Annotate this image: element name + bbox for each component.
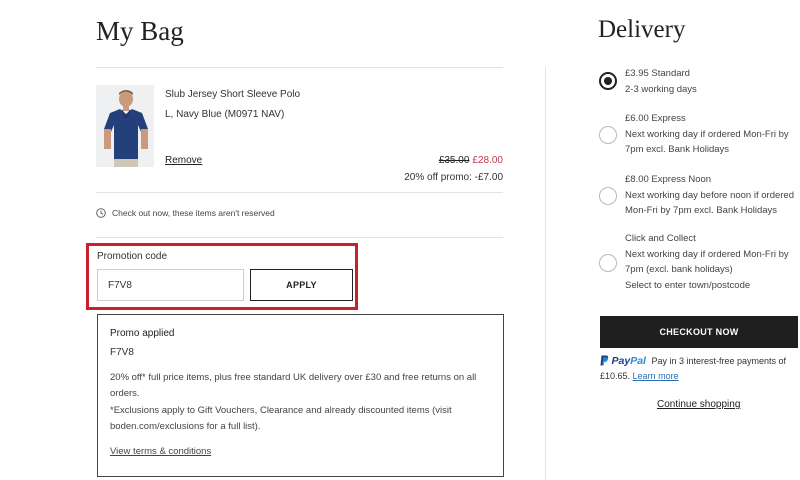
- delivery-option-title: £3.95 Standard: [625, 68, 690, 79]
- reserve-note: Check out now, these items aren't reserv…: [96, 208, 275, 218]
- delivery-option-express[interactable]: £6.00 Express Next working day if ordere…: [625, 111, 800, 158]
- delivery-option-detail: Next working day if ordered Mon-Fri by 7…: [625, 128, 789, 156]
- apply-button[interactable]: APPLY: [250, 269, 353, 301]
- clock-icon: [96, 208, 106, 218]
- divider: [96, 67, 503, 68]
- promo-description: 20% off* full price items, plus free sta…: [110, 372, 477, 399]
- divider: [96, 192, 503, 193]
- delivery-option-click-collect[interactable]: Click and Collect Next working day if or…: [625, 231, 800, 293]
- delivery-option-note: Select to enter town/postcode: [625, 279, 751, 291]
- promo-exclusions: *Exclusions apply to Gift Vouchers, Clea…: [110, 405, 452, 432]
- remove-link[interactable]: Remove: [165, 155, 202, 166]
- sale-price: £28.00: [472, 155, 503, 166]
- reserve-note-text: Check out now, these items aren't reserv…: [112, 208, 275, 218]
- price-row: £35.00 £28.00: [439, 155, 503, 166]
- delivery-radio-standard[interactable]: [599, 72, 617, 90]
- promo-applied-code: F7V8: [110, 347, 134, 358]
- promo-code-label: Promotion code: [97, 251, 168, 262]
- delivery-option-detail: 2-3 working days: [625, 83, 697, 95]
- promo-applied-title: Promo applied: [110, 328, 175, 339]
- delivery-radio-click-collect[interactable]: [599, 254, 617, 272]
- delivery-radio-express-noon[interactable]: [599, 187, 617, 205]
- promo-discount-text: 20% off promo: -£7.00: [404, 172, 503, 183]
- promo-code-input[interactable]: [97, 269, 244, 301]
- product-variant: L, Navy Blue (M0971 NAV): [165, 109, 285, 120]
- delivery-option-detail: Next working day if ordered Mon-Fri by 7…: [625, 248, 789, 276]
- checkout-button[interactable]: CHECKOUT NOW: [600, 316, 798, 348]
- column-divider: [545, 67, 546, 480]
- terms-link[interactable]: View terms & conditions: [110, 446, 211, 457]
- paypal-logo: PayPal: [612, 355, 646, 367]
- delivery-radio-express[interactable]: [599, 126, 617, 144]
- delivery-title: Delivery: [598, 16, 686, 43]
- page-title: My Bag: [96, 16, 184, 46]
- paypal-icon: [600, 355, 609, 370]
- delivery-option-title: Click and Collect: [625, 233, 696, 244]
- delivery-option-express-noon[interactable]: £8.00 Express Noon Next working day befo…: [625, 172, 800, 219]
- divider: [96, 237, 503, 238]
- continue-shopping-link[interactable]: Continue shopping: [657, 399, 740, 410]
- delivery-option-title: £8.00 Express Noon: [625, 174, 712, 185]
- original-price: £35.00: [438, 155, 470, 166]
- paypal-logo-pal: Pal: [630, 355, 646, 367]
- product-name[interactable]: Slub Jersey Short Sleeve Polo: [165, 89, 300, 100]
- paypal-logo-pay: Pay: [611, 355, 631, 367]
- delivery-option-title: £6.00 Express: [625, 113, 686, 124]
- product-image[interactable]: [96, 85, 154, 167]
- polo-shirt-model-icon: [96, 85, 154, 167]
- learn-more-link[interactable]: Learn more: [633, 371, 679, 381]
- delivery-option-standard[interactable]: £3.95 Standard 2-3 working days: [625, 66, 800, 97]
- paypal-row: PayPal Pay in 3 interest-free payments o…: [600, 355, 798, 383]
- delivery-option-detail: Next working day before noon if ordered …: [625, 189, 794, 217]
